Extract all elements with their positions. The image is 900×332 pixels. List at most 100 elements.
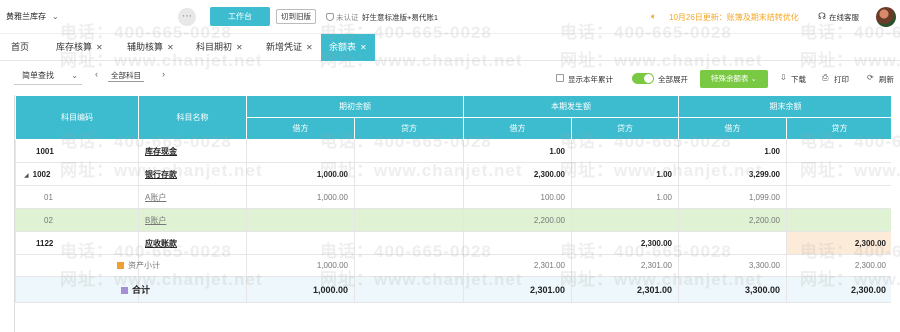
opening-credit [354, 139, 464, 163]
closing-credit: 2,300.00 [786, 231, 891, 255]
refresh-button[interactable]: 刷新 [879, 74, 894, 85]
headset-icon: ☊ [818, 11, 826, 21]
header-debit: 借方 [678, 117, 787, 140]
closing-debit: 2,200.00 [678, 208, 787, 232]
current-credit: 1.00 [571, 185, 679, 209]
chevron-down-icon: ⌄ [52, 12, 59, 21]
table-row[interactable]: 02 B账户 2,200.00 2,200.00 [15, 208, 891, 232]
edition-label: 好生意标准版+易代账1 [362, 13, 439, 22]
certification-status[interactable]: 未认证 [326, 12, 359, 23]
current-debit: 2,200.00 [463, 208, 572, 232]
tab-bar: 首页 库存核算 ✕ 辅助核算 ✕ 科目期初 ✕ 新增凭证 ✕ 余额表 ✕ [0, 34, 900, 61]
download-icon[interactable]: ⇩ [780, 73, 787, 82]
table-row[interactable]: 1122 应收账款 2,300.00 2,300.00 [15, 231, 891, 255]
subject-code: 1001 [15, 139, 139, 163]
closing-credit: 2,300.00 [786, 254, 891, 277]
closing-debit: 3,300.00 [678, 276, 787, 303]
current-debit: 2,301.00 [463, 276, 572, 303]
current-credit: 2,301.00 [571, 276, 679, 303]
header-closing: 期末余额 [678, 95, 891, 118]
company-selector[interactable]: 黄雅兰库存 ⌄ [6, 11, 59, 22]
closing-credit [786, 208, 891, 232]
top-bar: 黄雅兰库存 ⌄ ⋯ 工作台 切到旧版 未认证 好生意标准版+易代账1 🔈︎ 10月… [0, 0, 900, 34]
menu-dots-icon[interactable]: ⋯ [178, 8, 196, 26]
tab-inventory[interactable]: 库存核算 ✕ [56, 34, 103, 61]
tab-home[interactable]: 首页 [11, 34, 29, 61]
download-button[interactable]: 下载 [791, 74, 806, 85]
subject-code: 1122 [15, 231, 139, 255]
opening-debit [246, 139, 355, 163]
chevron-left-icon[interactable]: ‹ [95, 69, 98, 79]
refresh-icon[interactable]: ⟳ [867, 73, 874, 82]
tab-auxiliary[interactable]: 辅助核算 ✕ [127, 34, 174, 61]
opening-credit [354, 162, 464, 186]
current-debit [463, 231, 572, 255]
close-icon[interactable]: ✕ [96, 43, 103, 52]
subject-scope-selector[interactable]: 全部科目 [108, 70, 144, 82]
close-icon[interactable]: ✕ [360, 43, 367, 52]
tab-label: 新增凭证 [266, 42, 303, 52]
special-balance-label: 特殊余额表 [711, 74, 749, 83]
subject-link[interactable]: A账户 [145, 193, 166, 202]
header-debit: 借方 [246, 117, 355, 140]
table-row[interactable]: 01 A账户 1,000.00 100.00 1.00 1,099.00 [15, 185, 891, 209]
subject-name[interactable]: 应收账款 [138, 231, 247, 255]
total-label: 合计 [132, 285, 151, 295]
opening-credit [354, 231, 464, 255]
subject-link[interactable]: B账户 [145, 216, 166, 225]
subject-name[interactable]: A账户 [138, 185, 247, 209]
subject-name[interactable]: B账户 [138, 208, 247, 232]
expand-all-toggle[interactable] [632, 73, 654, 84]
close-icon[interactable]: ✕ [306, 43, 313, 52]
subject-name[interactable]: 银行存款 [138, 162, 247, 186]
update-notice[interactable]: 10月26日更新：账簿及期末结转优化 [669, 12, 799, 23]
close-icon[interactable]: ✕ [167, 43, 174, 52]
print-button[interactable]: 打印 [834, 74, 849, 85]
closing-credit [786, 185, 891, 209]
current-credit [571, 208, 679, 232]
subject-code: 01 [15, 185, 139, 209]
closing-debit [678, 231, 787, 255]
closing-debit: 1,099.00 [678, 185, 787, 209]
current-debit: 2,301.00 [463, 254, 572, 277]
expand-all-label: 全部展开 [658, 75, 688, 84]
header-code: 科目编码 [15, 95, 139, 140]
table-row[interactable]: ◢ 1002 银行存款 1,000.00 2,300.00 1.00 3,299.… [15, 162, 891, 186]
subject-name: 合计 [121, 276, 247, 303]
table-row[interactable]: 1001 库存现金 1.00 1.00 [15, 139, 891, 163]
workbench-button[interactable]: 工作台 [210, 7, 270, 26]
opening-debit: 1,000.00 [246, 276, 355, 303]
subject-code-text: 1002 [32, 169, 51, 179]
tab-balance-sheet[interactable]: 余额表 ✕ [321, 34, 375, 61]
switch-old-version-button[interactable]: 切到旧版 [276, 9, 316, 24]
subject-link[interactable]: 银行存款 [145, 170, 177, 179]
opening-credit [354, 276, 464, 303]
tab-opening-balance[interactable]: 科目期初 ✕ [196, 34, 243, 61]
quick-search-label: 简单查找 [22, 71, 54, 80]
chevron-right-icon[interactable]: › [162, 69, 165, 79]
current-debit: 100.00 [463, 185, 572, 209]
show-year-checkbox[interactable] [556, 74, 564, 82]
toolbar: 简单查找 ⌄ ‹ 全部科目 › 显示本年累计 全部展开 特殊余额表 ⌄ ⇩ 下载 … [0, 61, 900, 95]
tab-new-voucher[interactable]: 新增凭证 ✕ [266, 34, 313, 61]
special-balance-button[interactable]: 特殊余额表 ⌄ [700, 70, 768, 88]
close-icon[interactable]: ✕ [236, 43, 243, 52]
opening-credit [354, 208, 464, 232]
subject-link[interactable]: 库存现金 [145, 147, 177, 156]
chevron-down-icon: ⌄ [750, 74, 757, 83]
closing-credit [786, 162, 891, 186]
tab-label: 余额表 [329, 42, 357, 52]
tab-label: 科目期初 [196, 42, 233, 52]
total-square-icon [121, 287, 128, 294]
opening-credit [354, 254, 464, 277]
total-row: 合计 1,000.00 2,301.00 2,301.00 3,300.00 2… [15, 276, 891, 303]
subject-link[interactable]: 应收账款 [145, 239, 177, 248]
collapse-triangle-icon[interactable]: ◢ [24, 172, 29, 179]
avatar[interactable] [876, 7, 896, 27]
subject-name[interactable]: 库存现金 [138, 139, 247, 163]
current-credit: 1.00 [571, 162, 679, 186]
online-service-link[interactable]: 在线客服 [829, 12, 859, 23]
balance-table: 科目编码 科目名称 期初余额 本期发生额 期末余额 借方 贷方 借方 贷方 借方… [14, 95, 891, 332]
quick-search-select[interactable]: 简单查找 ⌄ [14, 69, 82, 85]
print-icon[interactable]: ⎙ [822, 73, 828, 83]
